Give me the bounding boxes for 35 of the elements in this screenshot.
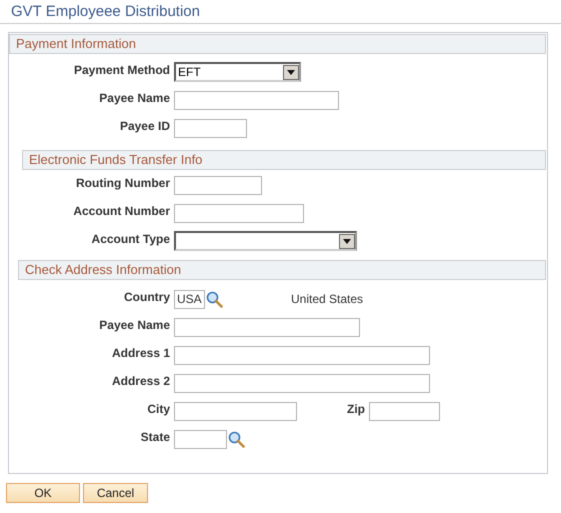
page-title: GVT Employeee Distribution bbox=[10, 2, 201, 22]
input-field[interactable] bbox=[174, 430, 227, 448]
field-label: City bbox=[146, 402, 170, 416]
input-field[interactable] bbox=[174, 346, 430, 364]
section-header: Payment Information bbox=[9, 34, 546, 54]
input-field[interactable] bbox=[174, 318, 360, 336]
input-field[interactable] bbox=[174, 176, 262, 194]
input-field[interactable] bbox=[369, 402, 440, 420]
field-label: Country bbox=[123, 290, 170, 304]
section-header: Electronic Funds Transfer Info bbox=[22, 150, 546, 170]
input-field[interactable]: USA bbox=[174, 290, 205, 308]
input-field[interactable] bbox=[174, 90, 339, 110]
field-label: Account Number bbox=[72, 204, 170, 218]
field-label: Routing Number bbox=[75, 176, 170, 190]
field-label: Payment Method bbox=[72, 63, 170, 77]
dropdown[interactable] bbox=[174, 231, 357, 251]
search-icon[interactable] bbox=[228, 430, 245, 448]
field-label: Address 1 bbox=[110, 346, 170, 360]
field-label: Address 2 bbox=[110, 374, 170, 388]
form-button[interactable]: OK bbox=[6, 483, 80, 503]
country-description: United States bbox=[291, 292, 364, 306]
field-label: Payee Name bbox=[98, 318, 170, 332]
search-icon[interactable] bbox=[206, 290, 223, 308]
section-header: Check Address Information bbox=[18, 260, 546, 280]
dropdown[interactable]: EFT bbox=[174, 62, 301, 82]
field-label: Payee ID bbox=[118, 119, 170, 133]
input-field[interactable] bbox=[174, 402, 297, 420]
form-button[interactable]: Cancel bbox=[83, 483, 148, 503]
input-field[interactable] bbox=[174, 118, 247, 138]
field-label: Account Type bbox=[90, 232, 170, 246]
input-field[interactable] bbox=[174, 374, 430, 392]
field-label: Zip bbox=[347, 402, 365, 416]
input-field[interactable] bbox=[174, 204, 304, 222]
field-label: State bbox=[140, 430, 170, 444]
field-label: Payee Name bbox=[98, 91, 170, 105]
